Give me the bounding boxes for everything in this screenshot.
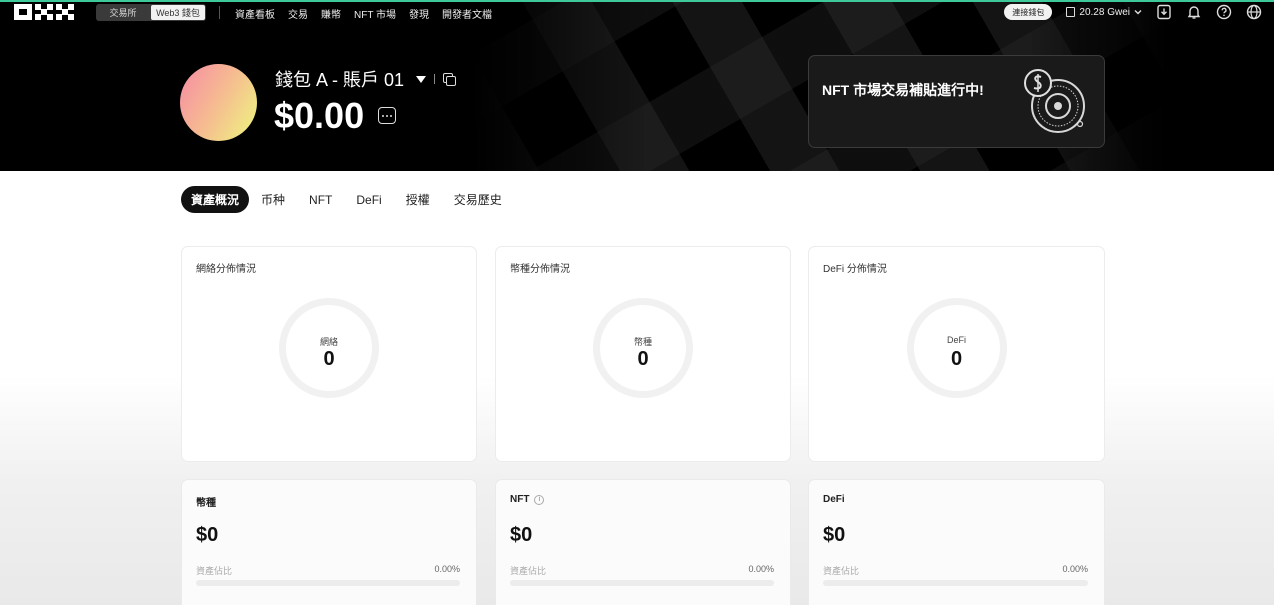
info-icon[interactable]: i — [534, 494, 545, 505]
card-title: 幣種分佈情況 — [510, 264, 570, 275]
card-title: 網絡分佈情況 — [196, 264, 256, 275]
asset-share-percent: 0.00% — [748, 564, 774, 574]
donut-label: 幣種 — [633, 337, 652, 347]
globe-icon[interactable] — [1246, 4, 1262, 20]
nav-divider — [219, 6, 220, 19]
card-title: NFT i — [510, 494, 545, 505]
asset-value: $0 — [510, 524, 533, 546]
tab-tokens[interactable]: 币种 — [249, 186, 297, 213]
nft-asset-card[interactable]: NFT i $0 資產佔比 0.00% — [495, 479, 791, 605]
donut-chart: DeFi 0 — [906, 298, 1007, 398]
asset-share-bar — [196, 580, 460, 586]
card-title: DeFi — [823, 494, 845, 505]
tab-defi[interactable]: DeFi — [344, 186, 393, 213]
wallet-account-selector[interactable]: 錢包 A - 賬戶 01 — [275, 66, 457, 92]
wallet-header: 交易所 Web3 錢包 資產看板 交易 賺幣 NFT 市場 發現 開發者文檔 連… — [0, 0, 1274, 171]
mode-tab-exchange[interactable]: 交易所 — [96, 4, 150, 21]
nav-right: 連接錢包 20.28 Gwei — [1004, 4, 1262, 20]
token-asset-card[interactable]: 幣種 $0 資產佔比 0.00% — [181, 479, 477, 605]
nav-link-trade[interactable]: 交易 — [288, 6, 308, 21]
gas-price-value: 20.28 Gwei — [1079, 6, 1130, 18]
help-icon[interactable] — [1216, 4, 1232, 20]
donut-label: DeFi — [946, 335, 966, 345]
donut-value: 0 — [950, 348, 963, 370]
asset-share-bar — [510, 580, 774, 586]
nav-link-earn[interactable]: 賺幣 — [321, 6, 341, 21]
top-nav: 交易所 Web3 錢包 資產看板 交易 賺幣 NFT 市場 發現 開發者文檔 連… — [0, 2, 1274, 24]
okx-logo-icon[interactable] — [14, 4, 74, 22]
card-title: DeFi 分佈情況 — [823, 264, 887, 275]
donut-chart: 幣種 0 — [593, 298, 693, 398]
donut-chart: 網絡 0 — [279, 298, 379, 398]
asset-tabs: 資產概況 币种 NFT DeFi 授權 交易歷史 — [181, 186, 514, 213]
top-accent-line — [0, 0, 1274, 2]
network-distribution-card: 網絡分佈情況 網絡 0 — [181, 246, 477, 462]
token-distribution-card: 幣種分佈情況 幣種 0 — [495, 246, 791, 462]
mode-tab-web3-wallet[interactable]: Web3 錢包 — [151, 5, 205, 20]
donut-value: 0 — [323, 348, 335, 370]
asset-share-percent: 0.00% — [434, 564, 460, 574]
asset-share-label: 資產佔比 — [196, 566, 233, 576]
wallet-account-name: 錢包 A - 賬戶 01 — [275, 70, 405, 90]
tab-nft[interactable]: NFT — [297, 186, 344, 213]
gas-price-selector[interactable]: 20.28 Gwei — [1066, 7, 1142, 18]
coin-vault-illustration-icon — [1024, 69, 1085, 133]
chevron-down-icon — [1134, 10, 1142, 15]
tab-asset-overview[interactable]: 資產概況 — [181, 186, 250, 213]
nav-link-discover[interactable]: 發現 — [409, 6, 429, 21]
defi-distribution-card: DeFi 分佈情況 DeFi 0 — [808, 246, 1105, 462]
mode-switch: 交易所 Web3 錢包 — [96, 4, 206, 21]
nav-link-dev-docs[interactable]: 開發者文檔 — [442, 6, 492, 21]
nav-links: 資產看板 交易 賺幣 NFT 市場 發現 開發者文檔 — [235, 6, 492, 21]
wallet-balance: $0.00 — [274, 95, 365, 136]
download-icon[interactable] — [1156, 4, 1172, 20]
tab-approvals[interactable]: 授權 — [394, 186, 442, 213]
bell-icon[interactable] — [1186, 4, 1202, 20]
asset-share-bar — [823, 580, 1088, 586]
more-options-icon[interactable] — [378, 107, 396, 124]
card-title: 幣種 — [196, 498, 216, 509]
asset-value: $0 — [823, 524, 846, 546]
nft-promo-banner[interactable]: NFT 市場交易補貼進行中! — [808, 55, 1105, 148]
wallet-avatar — [180, 64, 257, 141]
nav-link-nft-market[interactable]: NFT 市場 — [354, 6, 396, 21]
promo-text: NFT 市場交易補貼進行中! — [822, 82, 984, 98]
donut-label: 網絡 — [319, 337, 338, 347]
asset-share-percent: 0.00% — [1062, 564, 1088, 574]
nav-link-asset-board[interactable]: 資產看板 — [235, 6, 275, 21]
gas-pump-icon — [1066, 7, 1076, 17]
asset-value: $0 — [196, 524, 219, 546]
donut-value: 0 — [637, 348, 649, 370]
defi-asset-card[interactable]: DeFi $0 資產佔比 0.00% — [808, 479, 1105, 605]
asset-share-label: 資產佔比 — [510, 566, 547, 576]
tab-transaction-history[interactable]: 交易歷史 — [442, 186, 514, 213]
connect-wallet-button[interactable]: 連接錢包 — [1004, 4, 1053, 20]
copy-icon[interactable] — [443, 73, 457, 86]
caret-down-icon[interactable] — [416, 75, 427, 83]
divider — [434, 74, 436, 84]
asset-share-label: 資產佔比 — [823, 566, 860, 576]
